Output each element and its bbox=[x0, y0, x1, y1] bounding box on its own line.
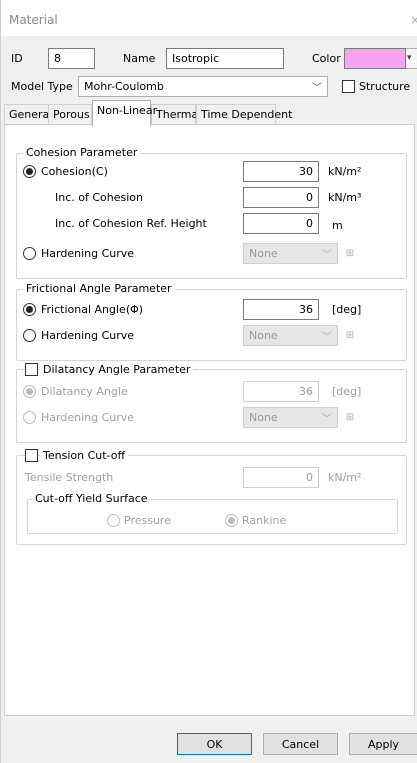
id-field[interactable]: 8 bbox=[48, 48, 95, 69]
color-label: Color bbox=[312, 52, 341, 65]
cohesion-input[interactable]: 30 bbox=[243, 161, 319, 182]
non-linear-panel: Cohesion Parameter Cohesion(C) 30 kN/m² … bbox=[4, 124, 415, 716]
cohesion-hardening-label: Hardening Curve bbox=[41, 247, 135, 260]
cohesion-radio[interactable] bbox=[23, 165, 36, 178]
chevron-down-icon: ﹀ bbox=[322, 332, 332, 343]
structure-label: Structure bbox=[359, 80, 411, 93]
friction-radio[interactable] bbox=[23, 303, 36, 316]
tab-time-dependent[interactable]: Time Dependent bbox=[196, 104, 292, 125]
chevron-down-icon: ﹀ bbox=[322, 250, 332, 261]
tensile-strength-label: Tensile Strength bbox=[25, 471, 114, 484]
apply-button[interactable]: Apply bbox=[349, 733, 417, 755]
inc-cohesion-unit: kN/m³ bbox=[328, 191, 362, 204]
tab-general[interactable]: General bbox=[4, 104, 52, 125]
rankine-radio[interactable] bbox=[225, 514, 238, 527]
friction-hardening-select[interactable]: None ﹀ bbox=[243, 325, 338, 346]
ref-height-input[interactable]: 0 bbox=[243, 213, 319, 234]
rankine-label: Rankine bbox=[242, 514, 287, 527]
dilatancy-group bbox=[16, 369, 407, 443]
friction-angle-input[interactable]: 36 bbox=[243, 299, 319, 320]
cohesion-hardening-select[interactable]: None ﹀ bbox=[243, 243, 338, 264]
window-title: Material bbox=[9, 13, 58, 27]
dilatancy-group-label: Dilatancy Angle Parameter bbox=[40, 363, 194, 376]
pressure-label: Pressure bbox=[124, 514, 171, 527]
color-swatch[interactable] bbox=[344, 48, 406, 69]
cohesion-hardening-value: None bbox=[249, 247, 278, 260]
structure-checkbox[interactable] bbox=[342, 80, 355, 93]
dilatancy-hardening-value: None bbox=[249, 411, 278, 424]
model-type-select[interactable]: Mohr-Coulomb ﹀ bbox=[78, 76, 328, 97]
tension-checkbox[interactable] bbox=[25, 449, 38, 462]
friction-group bbox=[16, 289, 407, 361]
cohesion-hardening-radio[interactable] bbox=[23, 247, 36, 260]
cohesion-group-label: Cohesion Parameter bbox=[23, 146, 141, 159]
pressure-radio[interactable] bbox=[107, 514, 120, 527]
model-type-label: Model Type bbox=[11, 80, 73, 93]
chevron-down-icon: ﹀ bbox=[322, 414, 332, 425]
chevron-down-icon[interactable]: ▾ bbox=[406, 48, 417, 69]
friction-angle-label: Frictional Angle(Φ) bbox=[41, 303, 144, 316]
tensile-strength-unit: kN/m² bbox=[328, 471, 362, 484]
tab-thermal[interactable]: Thermal bbox=[151, 104, 201, 125]
model-type-value: Mohr-Coulomb bbox=[84, 80, 164, 93]
cancel-button[interactable]: Cancel bbox=[263, 733, 338, 755]
tension-group-label: Tension Cut-off bbox=[40, 449, 129, 462]
chevron-down-icon: ﹀ bbox=[312, 83, 322, 94]
material-dialog: Material × ID 8 Name Isotropic Color ▾ M… bbox=[0, 0, 417, 763]
tensile-strength-input[interactable]: 0 bbox=[243, 467, 319, 488]
friction-hardening-value: None bbox=[249, 329, 278, 342]
dilatancy-checkbox[interactable] bbox=[25, 363, 38, 376]
name-label: Name bbox=[123, 52, 156, 65]
name-field[interactable]: Isotropic bbox=[166, 48, 284, 69]
ref-height-unit: m bbox=[332, 219, 343, 232]
inc-cohesion-input[interactable]: 0 bbox=[243, 187, 319, 208]
dilatancy-angle-radio[interactable] bbox=[23, 385, 36, 398]
friction-hardening-radio[interactable] bbox=[23, 329, 36, 342]
title-bar: Material × bbox=[1, 0, 417, 36]
dilatancy-hardening-label: Hardening Curve bbox=[41, 411, 135, 424]
close-icon[interactable]: × bbox=[410, 13, 417, 27]
ok-button[interactable]: OK bbox=[177, 733, 252, 755]
curve-editor-icon[interactable]: ⊞ bbox=[341, 408, 359, 426]
id-label: ID bbox=[11, 52, 23, 65]
friction-angle-unit: [deg] bbox=[332, 303, 362, 316]
friction-hardening-label: Hardening Curve bbox=[41, 329, 135, 342]
ref-height-label: Inc. of Cohesion Ref. Height bbox=[55, 217, 207, 230]
cohesion-unit: kN/m² bbox=[328, 165, 362, 178]
inc-cohesion-label: Inc. of Cohesion bbox=[55, 191, 143, 204]
yield-surface-label: Cut-off Yield Surface bbox=[32, 492, 151, 505]
tab-non-linear[interactable]: Non-Linear bbox=[92, 100, 157, 126]
curve-editor-icon[interactable]: ⊞ bbox=[341, 244, 359, 262]
cohesion-label: Cohesion(C) bbox=[41, 165, 108, 178]
dilatancy-angle-unit: [deg] bbox=[332, 385, 362, 398]
tab-porous[interactable]: Porous bbox=[48, 104, 92, 125]
dilatancy-angle-input[interactable]: 36 bbox=[243, 381, 319, 402]
dilatancy-hardening-select[interactable]: None ﹀ bbox=[243, 407, 338, 428]
curve-editor-icon[interactable]: ⊞ bbox=[341, 326, 359, 344]
dilatancy-hardening-radio[interactable] bbox=[23, 411, 36, 424]
dilatancy-angle-label: Dilatancy Angle bbox=[41, 385, 128, 398]
friction-group-label: Frictional Angle Parameter bbox=[23, 282, 175, 295]
